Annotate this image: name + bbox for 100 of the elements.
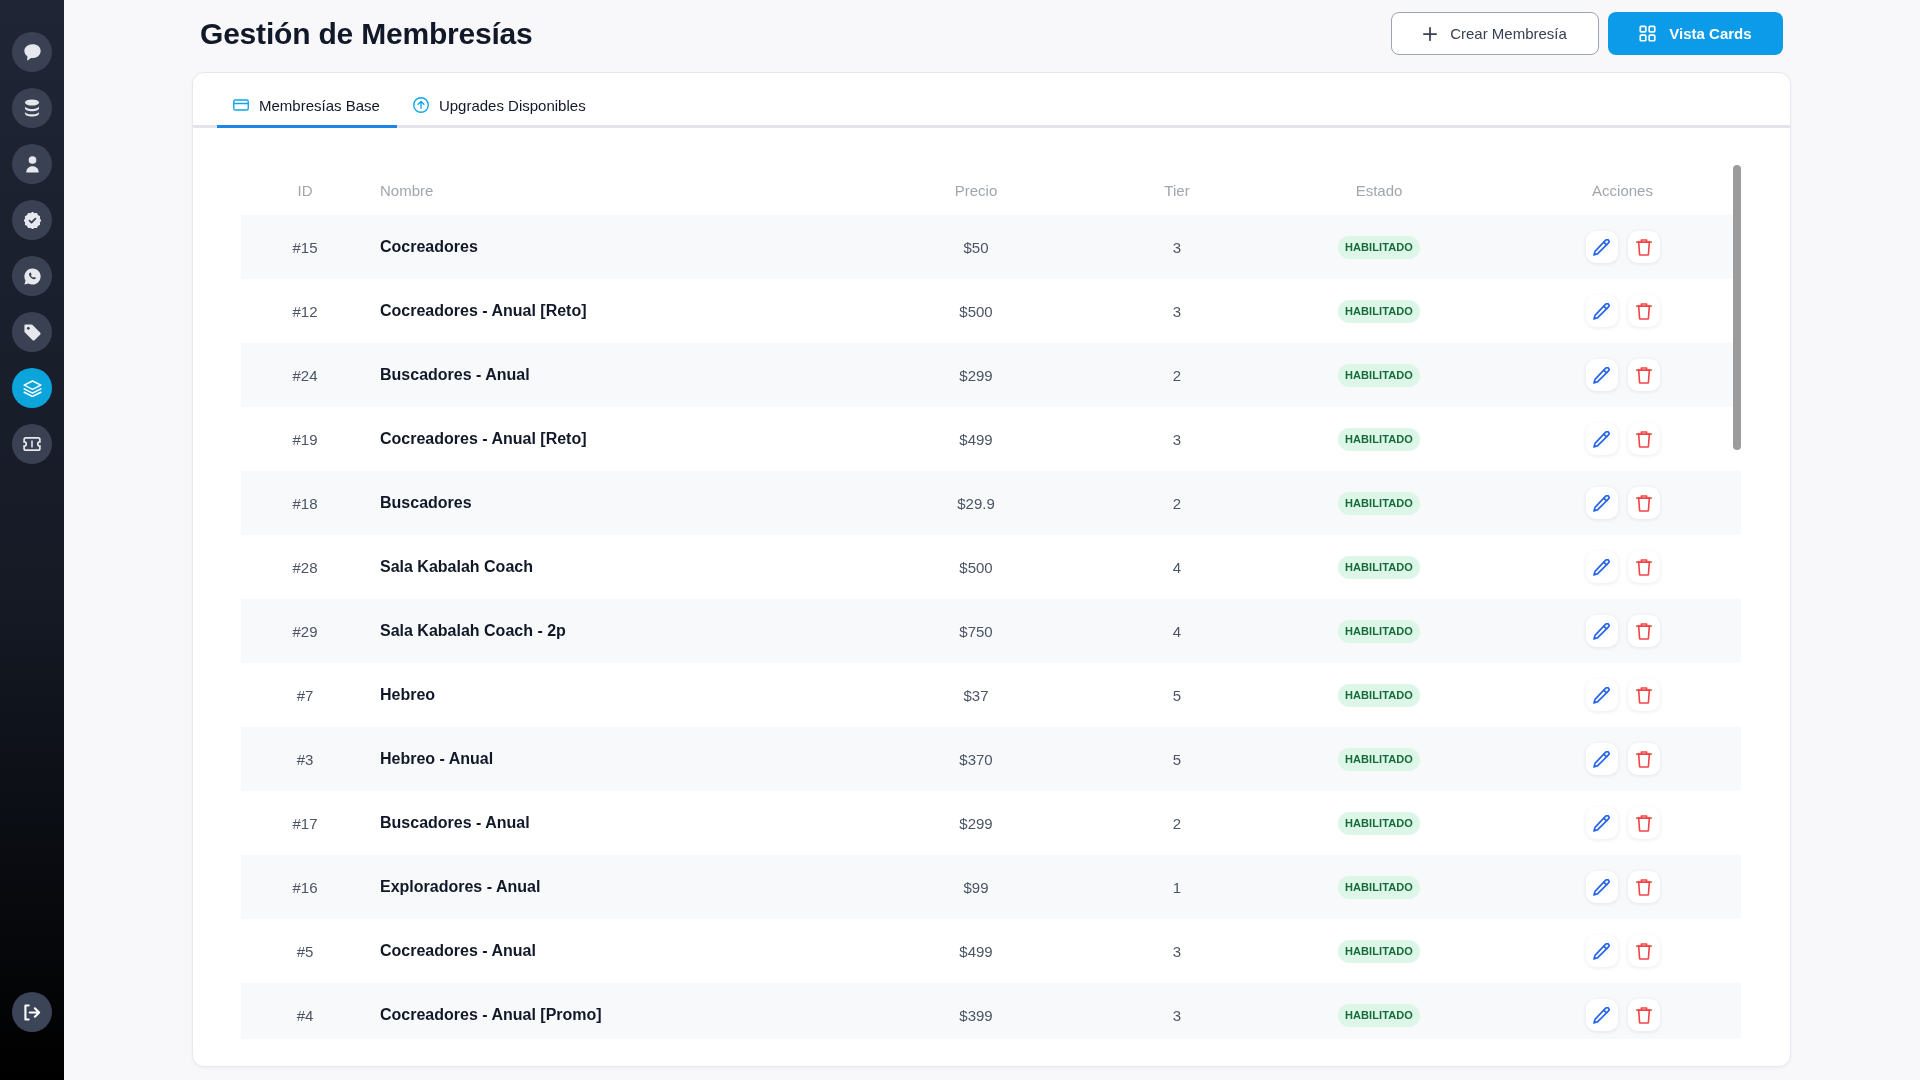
sidebar-nav-button[interactable] <box>12 32 52 72</box>
status-badge: HABILITADO <box>1338 939 1420 963</box>
price-text: $50 <box>963 238 989 256</box>
membership-id: #5 <box>296 942 314 960</box>
card-icon <box>233 99 249 111</box>
edit-button[interactable] <box>1585 743 1618 775</box>
delete-button[interactable] <box>1627 999 1660 1031</box>
chat-bubble-icon <box>23 43 41 61</box>
membership-name: Buscadores - Anual <box>380 814 530 832</box>
sidebar-nav-button[interactable] <box>12 88 52 128</box>
membership-id: #15 <box>292 238 318 256</box>
sidebar-nav-button[interactable] <box>12 144 52 184</box>
pencil-icon <box>1593 366 1610 384</box>
membership-id: #28 <box>292 558 318 576</box>
delete-button[interactable] <box>1627 359 1660 391</box>
edit-button[interactable] <box>1585 487 1618 519</box>
delete-button[interactable] <box>1627 423 1660 455</box>
edit-button[interactable] <box>1585 551 1618 583</box>
sidebar-nav-button[interactable] <box>12 424 52 464</box>
delete-button[interactable] <box>1627 487 1660 519</box>
plus-icon <box>1423 26 1438 41</box>
membership-name: Cocreadores - Anual <box>380 942 536 960</box>
membership-name: Cocreadores <box>380 238 478 256</box>
tier-number: 4 <box>1172 558 1182 576</box>
page-title: Gestión de Membresías <box>200 16 533 51</box>
price-text: $370 <box>959 750 993 768</box>
edit-button[interactable] <box>1585 423 1618 455</box>
status-badge: HABILITADO <box>1338 491 1420 515</box>
scrollbar-thumb[interactable] <box>1733 165 1741 450</box>
membership-id: #3 <box>296 750 314 768</box>
edit-button[interactable] <box>1585 807 1618 839</box>
trash-icon <box>1635 430 1652 448</box>
membership-name: Buscadores <box>380 494 472 512</box>
edit-button[interactable] <box>1585 359 1618 391</box>
membership-id: #24 <box>292 366 318 384</box>
column-header: Tier <box>1164 181 1190 199</box>
price-text: $499 <box>959 942 993 960</box>
membership-id: #12 <box>292 302 318 320</box>
sidebar-nav-button[interactable] <box>12 312 52 352</box>
tab[interactable]: Membresías Base <box>217 85 397 128</box>
price-text: $500 <box>959 558 993 576</box>
status-badge: HABILITADO <box>1338 811 1420 835</box>
delete-button[interactable] <box>1627 679 1660 711</box>
column-header: ID <box>297 181 313 199</box>
trash-icon <box>1635 494 1652 512</box>
membership-name: Cocreadores - Anual [Reto] <box>380 430 587 448</box>
sidebar-nav-button[interactable] <box>12 200 52 240</box>
pencil-icon <box>1593 238 1610 256</box>
status-badge: HABILITADO <box>1338 427 1420 451</box>
delete-button[interactable] <box>1627 871 1660 903</box>
sidebar-nav-button[interactable] <box>12 368 52 408</box>
trash-icon <box>1635 622 1652 640</box>
trash-icon <box>1635 302 1652 320</box>
status-badge: HABILITADO <box>1338 875 1420 899</box>
tab[interactable]: Upgrades Disponibles <box>396 85 603 128</box>
sidebar-nav-button[interactable] <box>12 256 52 296</box>
membership-name: Cocreadores - Anual [Reto] <box>380 302 587 320</box>
edit-button[interactable] <box>1585 935 1618 967</box>
arrow-up-circle-icon <box>412 97 429 113</box>
trash-icon <box>1635 942 1652 960</box>
trash-icon <box>1635 814 1652 832</box>
edit-button[interactable] <box>1585 231 1618 263</box>
badge-check-icon <box>23 211 41 229</box>
phone-bubble-icon <box>23 267 41 285</box>
delete-button[interactable] <box>1627 231 1660 263</box>
status-badge: HABILITADO <box>1338 363 1420 387</box>
ticket-icon <box>23 437 41 451</box>
delete-button[interactable] <box>1627 807 1660 839</box>
edit-button[interactable] <box>1585 999 1618 1031</box>
trash-icon <box>1635 686 1652 704</box>
delete-button[interactable] <box>1627 551 1660 583</box>
tag-icon <box>23 323 41 341</box>
pencil-icon <box>1593 1006 1610 1024</box>
pencil-icon <box>1593 430 1610 448</box>
trash-icon <box>1635 558 1652 576</box>
tier-number: 3 <box>1172 942 1182 960</box>
price-text: $499 <box>959 430 993 448</box>
price-text: $750 <box>959 622 993 640</box>
pencil-icon <box>1593 622 1610 640</box>
delete-button[interactable] <box>1627 615 1660 647</box>
pencil-icon <box>1593 942 1610 960</box>
trash-icon <box>1635 1006 1652 1024</box>
trash-icon <box>1635 366 1652 384</box>
delete-button[interactable] <box>1627 295 1660 327</box>
membership-id: #7 <box>296 686 314 704</box>
status-badge: HABILITADO <box>1338 683 1420 707</box>
pencil-icon <box>1593 878 1610 896</box>
logout-button[interactable] <box>12 992 52 1032</box>
user-icon <box>25 155 39 173</box>
edit-button[interactable] <box>1585 295 1618 327</box>
membership-id: #18 <box>292 494 318 512</box>
pencil-icon <box>1593 814 1610 832</box>
create-membership-button[interactable]: Crear Membresía <box>1391 12 1599 55</box>
edit-button[interactable] <box>1585 679 1618 711</box>
delete-button[interactable] <box>1627 743 1660 775</box>
edit-button[interactable] <box>1585 871 1618 903</box>
edit-button[interactable] <box>1585 615 1618 647</box>
delete-button[interactable] <box>1627 935 1660 967</box>
tier-number: 3 <box>1172 302 1182 320</box>
pencil-icon <box>1593 686 1610 704</box>
